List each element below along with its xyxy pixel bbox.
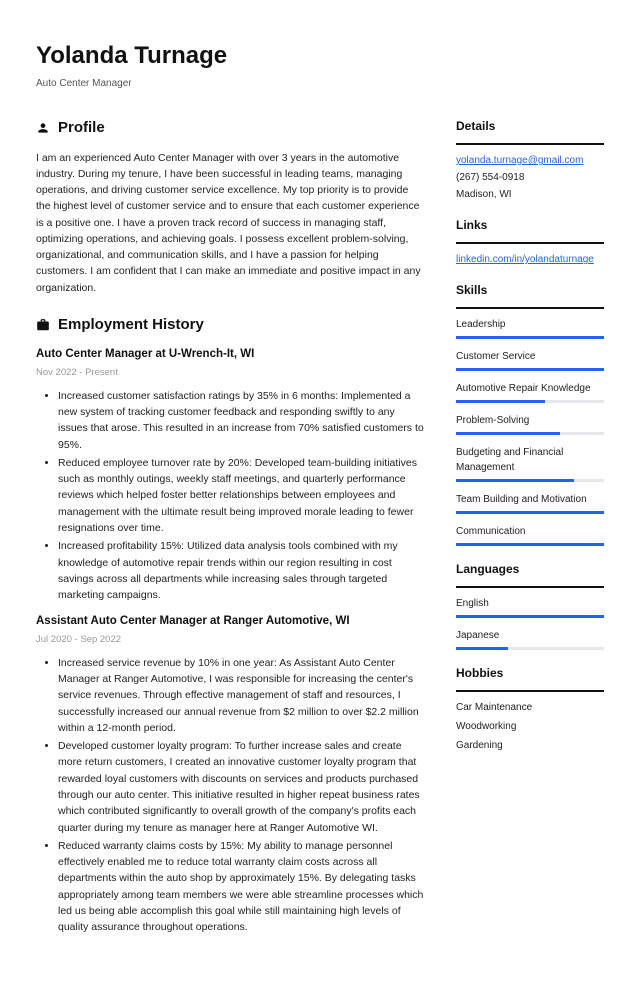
job-bullet: Increased customer satisfaction ratings … — [58, 388, 424, 453]
job-title: Assistant Auto Center Manager at Ranger … — [36, 613, 424, 630]
main-column: Profile I am an experienced Auto Center … — [36, 117, 424, 953]
employment-section: Employment History Auto Center Manager a… — [36, 314, 424, 935]
skill-item: Automotive Repair Knowledge — [456, 381, 604, 403]
language-name: Japanese — [456, 628, 604, 643]
skill-name: Team Building and Motivation — [456, 492, 604, 507]
skill-bar — [456, 511, 604, 514]
skill-bar — [456, 400, 604, 403]
divider — [456, 143, 604, 145]
job-bullet: Developed customer loyalty program: To f… — [58, 738, 424, 836]
job-bullet: Increased service revenue by 10% in one … — [58, 655, 424, 736]
job-entry: Auto Center Manager at U-Wrench-It, WI No… — [36, 346, 424, 603]
job-title: Auto Center Manager at U-Wrench-It, WI — [36, 346, 424, 363]
profile-heading: Profile — [36, 117, 424, 140]
email-link[interactable]: yolanda.turnage@gmail.com — [456, 153, 604, 168]
skill-bar — [456, 543, 604, 546]
profile-heading-text: Profile — [58, 117, 105, 140]
divider — [456, 307, 604, 309]
job-bullets: Increased customer satisfaction ratings … — [36, 388, 424, 603]
external-link[interactable]: linkedin.com/in/yolandaturnage — [456, 252, 604, 267]
job-bullet: Reduced warranty claims costs by 15%: My… — [58, 838, 424, 936]
job-bullet: Reduced employee turnover rate by 20%: D… — [58, 455, 424, 536]
skill-name: Communication — [456, 524, 604, 539]
skill-name: Problem-Solving — [456, 413, 604, 428]
skill-item: Team Building and Motivation — [456, 492, 604, 514]
briefcase-icon — [36, 318, 50, 332]
skill-name: Automotive Repair Knowledge — [456, 381, 604, 396]
content-columns: Profile I am an experienced Auto Center … — [36, 117, 604, 953]
profile-text: I am an experienced Auto Center Manager … — [36, 150, 424, 296]
hobby-item: Woodworking — [456, 719, 604, 734]
sidebar: Details yolanda.turnage@gmail.com (267) … — [456, 117, 604, 953]
language-name: English — [456, 596, 604, 611]
employment-heading-text: Employment History — [58, 314, 204, 337]
job-bullets: Increased service revenue by 10% in one … — [36, 655, 424, 936]
languages-heading: Languages — [456, 560, 604, 578]
skill-bar — [456, 432, 604, 435]
divider — [456, 242, 604, 244]
job-bullet: Increased profitability 15%: Utilized da… — [58, 538, 424, 603]
job-entry: Assistant Auto Center Manager at Ranger … — [36, 613, 424, 935]
language-bar — [456, 647, 604, 650]
divider — [456, 586, 604, 588]
skill-name: Customer Service — [456, 349, 604, 364]
links-heading: Links — [456, 216, 604, 234]
person-name: Yolanda Turnage — [36, 38, 604, 74]
hobby-item: Car Maintenance — [456, 700, 604, 715]
job-dates: Nov 2022 - Present — [36, 366, 424, 380]
skill-name: Budgeting and Financial Management — [456, 445, 604, 475]
skill-bar — [456, 336, 604, 339]
skill-item: Problem-Solving — [456, 413, 604, 435]
details-heading: Details — [456, 117, 604, 135]
skill-item: Budgeting and Financial Management — [456, 445, 604, 482]
language-item: English — [456, 596, 604, 618]
skill-item: Customer Service — [456, 349, 604, 371]
skill-name: Leadership — [456, 317, 604, 332]
hobbies-heading: Hobbies — [456, 664, 604, 682]
skill-bar — [456, 368, 604, 371]
language-bar — [456, 615, 604, 618]
skill-item: Leadership — [456, 317, 604, 339]
location-text: Madison, WI — [456, 187, 604, 202]
person-icon — [36, 121, 50, 135]
profile-section: Profile I am an experienced Auto Center … — [36, 117, 424, 296]
job-dates: Jul 2020 - Sep 2022 — [36, 633, 424, 647]
resume-header: Yolanda Turnage Auto Center Manager — [36, 38, 604, 91]
person-title: Auto Center Manager — [36, 76, 604, 91]
skill-bar — [456, 479, 604, 482]
language-item: Japanese — [456, 628, 604, 650]
skill-item: Communication — [456, 524, 604, 546]
employment-heading: Employment History — [36, 314, 424, 337]
hobby-item: Gardening — [456, 738, 604, 753]
phone-text: (267) 554-0918 — [456, 170, 604, 185]
skills-heading: Skills — [456, 281, 604, 299]
divider — [456, 690, 604, 692]
